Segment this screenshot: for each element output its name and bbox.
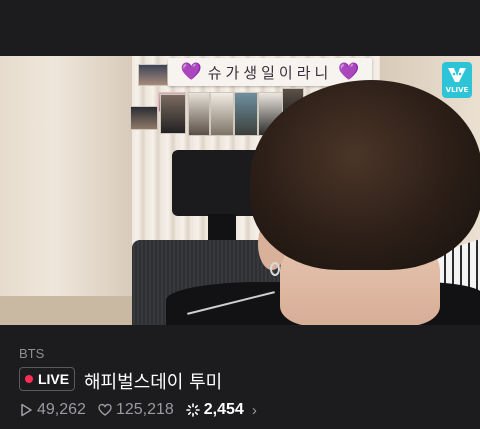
heart-icon: 💜 [180, 61, 202, 82]
wall-photo [130, 106, 158, 130]
chair-neck [208, 214, 236, 240]
sparkle-count[interactable]: 2,454 [185, 401, 244, 419]
vlive-v-icon [448, 68, 466, 82]
wall-background [0, 56, 132, 325]
video-info-panel: BTS LIVE 해피벌스데이 투미 49,262 125,218 2,454 … [0, 325, 480, 429]
play-count: 49,262 [19, 401, 86, 419]
video-title: 해피벌스데이 투미 [84, 372, 223, 393]
floor [0, 296, 140, 325]
vlive-label: VLIVE [445, 86, 469, 94]
earring [270, 262, 280, 276]
top-bar [0, 0, 480, 56]
wall-photo [138, 64, 168, 86]
wall-photo [188, 92, 210, 136]
like-count-value: 125,218 [115, 401, 174, 418]
heart-icon: 💜 [338, 61, 360, 82]
wall-photo [210, 92, 234, 136]
video-player[interactable]: 💜 슈가생일이라니 💜 VLIVE [0, 56, 480, 325]
channel-name[interactable]: BTS [19, 346, 44, 361]
live-badge: LIVE [19, 367, 75, 391]
wall-photo [234, 92, 258, 136]
sparkle-count-value: 2,454 [203, 401, 244, 418]
banner-text: 슈가생일이라니 [207, 63, 333, 82]
vlive-logo-icon: VLIVE [442, 62, 472, 98]
play-icon [21, 403, 32, 417]
stats-row: 49,262 125,218 2,454 › [19, 401, 257, 419]
chevron-right-icon[interactable]: › [252, 402, 257, 419]
wall-photo [160, 94, 186, 134]
play-count-value: 49,262 [37, 401, 86, 418]
birthday-banner: 💜 슈가생일이라니 💜 [168, 58, 372, 86]
like-count: 125,218 [98, 401, 174, 419]
person-hair [250, 80, 480, 270]
live-dot-icon [24, 375, 33, 383]
sparkle-icon [185, 403, 200, 417]
live-label: LIVE [37, 371, 70, 387]
heart-icon [98, 403, 112, 416]
